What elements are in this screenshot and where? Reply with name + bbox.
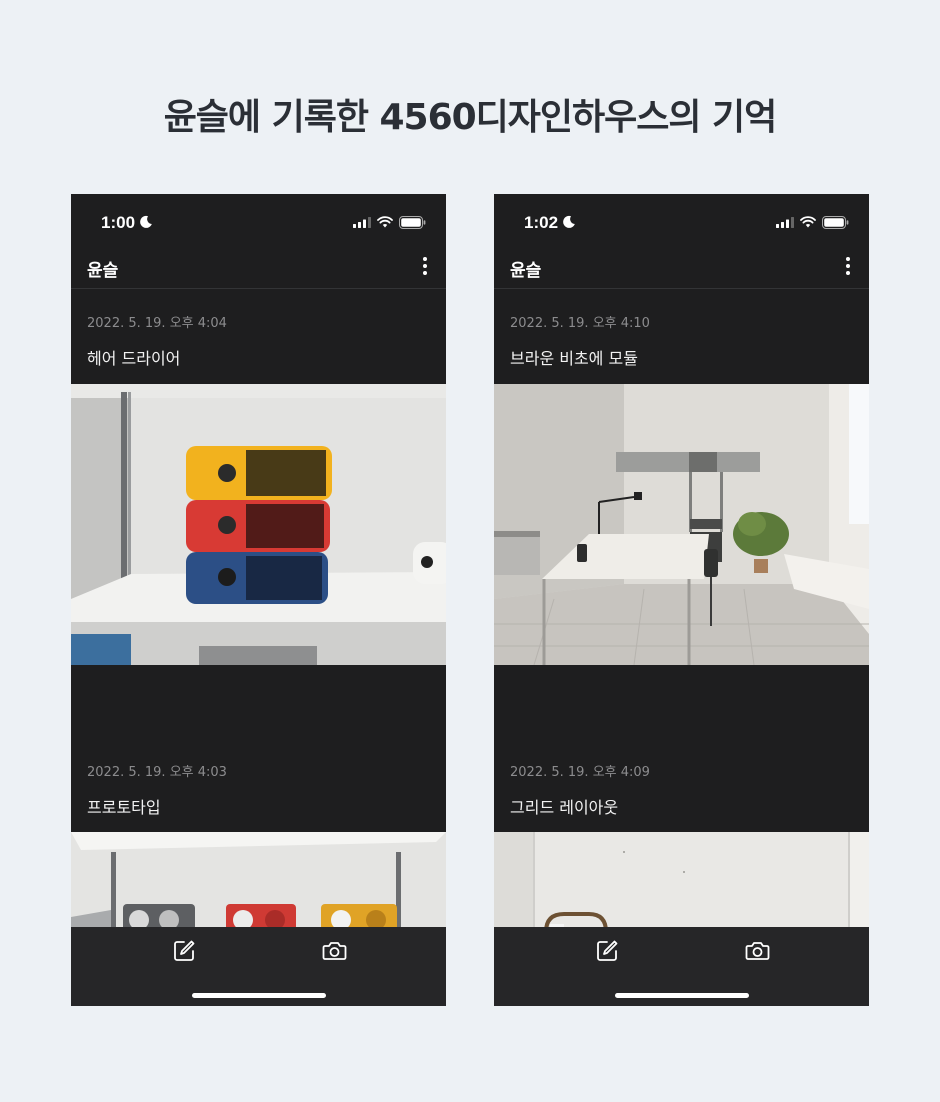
- page-headline: 윤슬에 기록한 4560디자인하우스의 기억: [163, 97, 778, 138]
- app-title: 윤슬: [510, 261, 542, 281]
- home-indicator[interactable]: [615, 993, 749, 998]
- status-bar: 1:00: [71, 194, 446, 246]
- bottom-toolbar: [494, 927, 869, 1006]
- cellular-signal-icon: [776, 217, 794, 228]
- app-title: 윤슬: [87, 261, 119, 281]
- wifi-icon: [377, 216, 393, 228]
- more-vertical-icon[interactable]: [418, 254, 432, 278]
- entry-photo-room[interactable]: [494, 384, 869, 665]
- entry-title[interactable]: 그리드 레이아웃: [510, 794, 618, 818]
- moon-icon: [563, 215, 575, 228]
- compose-icon[interactable]: [595, 939, 619, 963]
- status-bar: 1:02: [494, 194, 869, 246]
- entry-title[interactable]: 헤어 드라이어: [87, 345, 180, 369]
- app-bar: 윤슬: [71, 246, 446, 289]
- wifi-icon: [800, 216, 816, 228]
- entry-title[interactable]: 브라운 비초에 모듈: [510, 345, 638, 369]
- home-indicator[interactable]: [192, 993, 326, 998]
- entry-timestamp: 2022. 5. 19. 오후 4:04: [87, 316, 227, 331]
- cellular-signal-icon: [353, 217, 371, 228]
- phone-screen-left: 1:00 윤슬 2022. 5. 19. 오후 4:04 헤어 드라이어 202…: [71, 194, 446, 1006]
- moon-icon: [140, 215, 152, 228]
- bottom-toolbar: [71, 927, 446, 1006]
- camera-icon[interactable]: [745, 939, 770, 963]
- entry-timestamp: 2022. 5. 19. 오후 4:09: [510, 765, 650, 780]
- entry-title[interactable]: 프로토타입: [87, 794, 161, 818]
- phone-screen-right: 1:02 윤슬 2022. 5. 19. 오후 4:10 브라운 비초에 모듈: [494, 194, 869, 1006]
- status-time: 1:02: [524, 213, 559, 232]
- entry-photo-prototypes[interactable]: [71, 832, 446, 932]
- entry-timestamp: 2022. 5. 19. 오후 4:10: [510, 316, 650, 331]
- compose-icon[interactable]: [172, 939, 196, 963]
- more-vertical-icon[interactable]: [841, 254, 855, 278]
- camera-icon[interactable]: [322, 939, 347, 963]
- entry-photo-grid[interactable]: [494, 832, 869, 932]
- app-bar: 윤슬: [494, 246, 869, 289]
- entry-timestamp: 2022. 5. 19. 오후 4:03: [87, 765, 227, 780]
- status-time: 1:00: [101, 213, 136, 232]
- entry-photo-radios[interactable]: [71, 384, 446, 665]
- battery-icon: [399, 216, 426, 229]
- battery-icon: [822, 216, 849, 229]
